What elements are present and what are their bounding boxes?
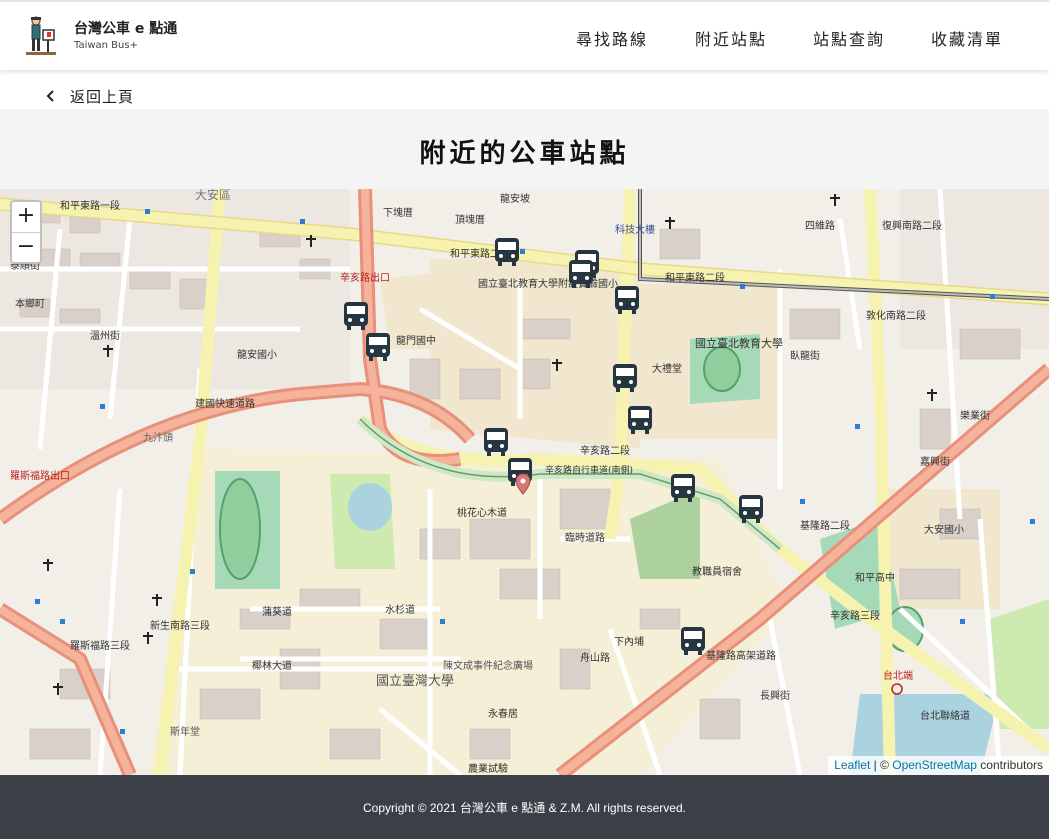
nav-stop-search[interactable]: 站點查詢: [813, 26, 885, 50]
map-label: 基隆路高架道路: [706, 649, 776, 662]
nav-favorites[interactable]: 收藏清單: [931, 26, 1003, 50]
brand-title[interactable]: 台灣公車 e 點通: [74, 18, 177, 38]
map-label: 復興南路二段: [882, 219, 942, 232]
map-label: 椰林大道: [252, 659, 292, 672]
nav-find-route[interactable]: 尋找路線: [576, 26, 648, 50]
site-header: 台灣公車 e 點通 Taiwan Bus+ 尋找路線 附近站點 站點查詢 收藏清…: [0, 0, 1049, 70]
map-label: 下塊厝: [383, 206, 413, 219]
bus-stop-logo-icon[interactable]: [24, 16, 58, 58]
bus-stop-marker-icon[interactable]: [365, 332, 391, 362]
map-label: 九汴頭: [143, 431, 173, 444]
map-label: 溫州街: [90, 329, 120, 342]
brand-subtitle: Taiwan Bus+: [74, 40, 138, 51]
map-label: 和平東路二段: [665, 271, 725, 284]
bus-stop-marker-icon[interactable]: [614, 285, 640, 315]
bus-stop-marker-icon[interactable]: [494, 237, 520, 267]
map-label: 大安區: [195, 189, 231, 202]
map-label: 建國快速道路: [195, 397, 255, 410]
site-footer: Copyright © 2021 台灣公車 e 點通 & Z.M. All ri…: [0, 775, 1049, 839]
map-label: 基隆路二段: [800, 519, 850, 532]
map-label: 新生南路三段: [150, 619, 210, 632]
map-label: 辛亥路三段: [830, 609, 880, 622]
bus-stop-marker-icon[interactable]: [483, 427, 509, 457]
bus-stop-marker-icon[interactable]: [627, 405, 653, 435]
map-label: 辛亥路出口: [340, 271, 390, 284]
map-label: 大安國小: [924, 523, 964, 536]
map-label: 羅斯福路三段: [70, 639, 130, 652]
map-label: 大禮堂: [652, 362, 682, 375]
map-label: 國立臺北教育大學: [695, 336, 783, 350]
map-label: 斯年堂: [170, 725, 200, 738]
map-label: 台北端: [883, 669, 913, 682]
map-label: 辛亥路二段: [580, 444, 630, 457]
osm-link[interactable]: OpenStreetMap: [892, 758, 977, 772]
bus-stop-marker-icon[interactable]: [568, 259, 594, 289]
map-label: 羅斯福路出口: [10, 469, 70, 482]
map-zoom-control: + −: [10, 200, 42, 264]
map-label: 臥龍街: [790, 349, 820, 362]
zoom-out-button[interactable]: −: [12, 232, 40, 262]
bus-stop-marker-icon[interactable]: [738, 494, 764, 524]
map-label: 蒲葵道: [262, 605, 292, 618]
bus-stop-marker-icon[interactable]: [612, 363, 638, 393]
back-label: 返回上頁: [70, 87, 135, 106]
map-label: 樂業街: [960, 409, 990, 422]
map-label: 辛亥路自行車道(南側): [545, 464, 633, 476]
copyright-text: Copyright © 2021 台灣公車 e 點通 & Z.M. All ri…: [363, 801, 686, 815]
bus-stop-marker-icon[interactable]: [343, 301, 369, 331]
map-label: 下內埔: [614, 635, 644, 648]
map-label: 陳文成事件紀念廣場: [443, 659, 533, 672]
map-label: 敦化南路二段: [866, 309, 926, 322]
attribution-separator: | ©: [870, 758, 893, 772]
bus-stop-marker-icon[interactable]: [670, 473, 696, 503]
title-band: 附近的公車站點: [0, 109, 1049, 189]
nav-nearby-stops[interactable]: 附近站點: [695, 26, 767, 50]
map-label: 永春居: [488, 707, 518, 720]
map-label: 龍安坡: [500, 192, 530, 205]
map-label: 臨時道路: [565, 531, 605, 544]
map-label: 嘉興街: [920, 455, 950, 468]
map-label: 科技大樓: [615, 223, 655, 236]
map-label: 龍安國小: [237, 348, 277, 361]
bus-stop-marker-icon[interactable]: [680, 626, 706, 656]
map-label: 舟山路: [580, 651, 610, 664]
zoom-in-button[interactable]: +: [12, 202, 40, 232]
leaflet-link[interactable]: Leaflet: [834, 758, 870, 772]
map-label: 和平高中: [855, 571, 895, 584]
map-label: 台北聯絡道: [920, 709, 970, 722]
map-label: 農業試驗: [468, 762, 508, 775]
back-link[interactable]: 返回上頁: [44, 84, 134, 108]
map-label: 四維路: [805, 219, 835, 232]
attribution-contributors: contributors: [976, 758, 1043, 772]
map-label: 國立臺灣大學: [376, 674, 454, 689]
map-attribution: Leaflet | © OpenStreetMap contributors: [828, 756, 1049, 775]
map-view[interactable]: 大安區 和平東路一段 和平東路二段 和平東路二段 辛亥路出口 龍門國中 國立臺北…: [0, 189, 1049, 775]
map-label: 和平東路一段: [60, 199, 120, 212]
map-label: 本鄉町: [15, 297, 45, 310]
map-label: 龍門國中: [396, 334, 436, 347]
map-label: 頂塊厝: [455, 213, 485, 226]
current-location-pin-icon[interactable]: [515, 473, 531, 495]
chevron-left-icon: [46, 90, 54, 102]
page-title: 附近的公車站點: [419, 139, 630, 169]
map-label: 教職員宿舍: [692, 565, 742, 578]
map-label: 水杉道: [385, 603, 415, 616]
map-label: 長興街: [760, 689, 790, 702]
map-label: 桃花心木道: [457, 506, 507, 519]
